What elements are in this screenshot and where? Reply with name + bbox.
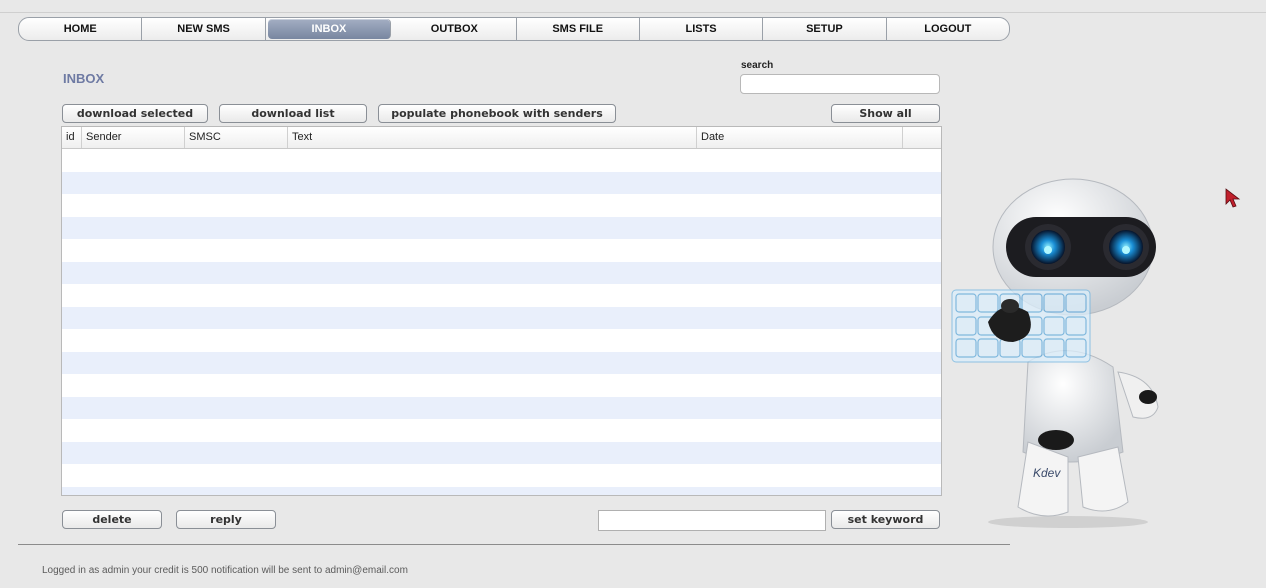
reply-button[interactable]: reply: [176, 510, 276, 529]
table-row[interactable]: [62, 261, 941, 284]
mascot-brand-text: Kdev: [1033, 466, 1061, 480]
table-row[interactable]: [62, 239, 941, 262]
table-row[interactable]: [62, 306, 941, 329]
table-row[interactable]: [62, 396, 941, 419]
download-selected-button[interactable]: download selected: [62, 104, 208, 123]
table-row[interactable]: [62, 464, 941, 487]
nav-setup[interactable]: SETUP: [763, 18, 887, 40]
table-row[interactable]: [62, 419, 941, 442]
table-row[interactable]: [62, 149, 941, 172]
table-row[interactable]: [62, 194, 941, 217]
nav-sms-file[interactable]: SMS FILE: [517, 18, 640, 40]
table-row[interactable]: [62, 441, 941, 464]
robot-mascot-image: Kdev: [951, 178, 1159, 528]
column-header-text[interactable]: Text: [288, 127, 697, 148]
column-header-sender[interactable]: Sender: [82, 127, 185, 148]
table-row[interactable]: [62, 374, 941, 397]
table-row[interactable]: [62, 329, 941, 352]
delete-button[interactable]: delete: [62, 510, 162, 529]
table-row[interactable]: [62, 486, 941, 495]
main-nav: HOME NEW SMS INBOX OUTBOX SMS FILE LISTS…: [18, 17, 1010, 41]
nav-lists[interactable]: LISTS: [640, 18, 764, 40]
table-row[interactable]: [62, 171, 941, 194]
inbox-table: id Sender SMSC Text Date: [61, 126, 942, 496]
table-row[interactable]: [62, 284, 941, 307]
search-input[interactable]: [740, 74, 940, 94]
page-title: INBOX: [63, 71, 105, 86]
nav-inbox[interactable]: INBOX: [267, 19, 392, 39]
keyword-input[interactable]: [598, 510, 826, 531]
top-border-line: [0, 12, 1266, 13]
download-list-button[interactable]: download list: [219, 104, 367, 123]
column-header-date[interactable]: Date: [697, 127, 903, 148]
footer-status: Logged in as admin your credit is 500 no…: [42, 565, 408, 576]
table-header: id Sender SMSC Text Date: [62, 127, 941, 149]
table-row[interactable]: [62, 351, 941, 374]
nav-new-sms[interactable]: NEW SMS: [142, 18, 266, 40]
table-row[interactable]: [62, 216, 941, 239]
mouse-cursor-icon: [1225, 188, 1241, 208]
nav-home[interactable]: HOME: [19, 18, 143, 40]
column-header-id[interactable]: id: [62, 127, 82, 148]
table-body: [62, 149, 941, 495]
search-label: search: [741, 60, 774, 71]
populate-phonebook-button[interactable]: populate phonebook with senders: [378, 104, 616, 123]
footer-divider: [18, 544, 1010, 545]
nav-logout[interactable]: LOGOUT: [887, 18, 1009, 40]
show-all-button[interactable]: Show all: [831, 104, 940, 123]
nav-outbox[interactable]: OUTBOX: [393, 18, 517, 40]
column-header-smsc[interactable]: SMSC: [185, 127, 288, 148]
column-header-extra: [903, 127, 941, 148]
set-keyword-button[interactable]: set keyword: [831, 510, 940, 529]
